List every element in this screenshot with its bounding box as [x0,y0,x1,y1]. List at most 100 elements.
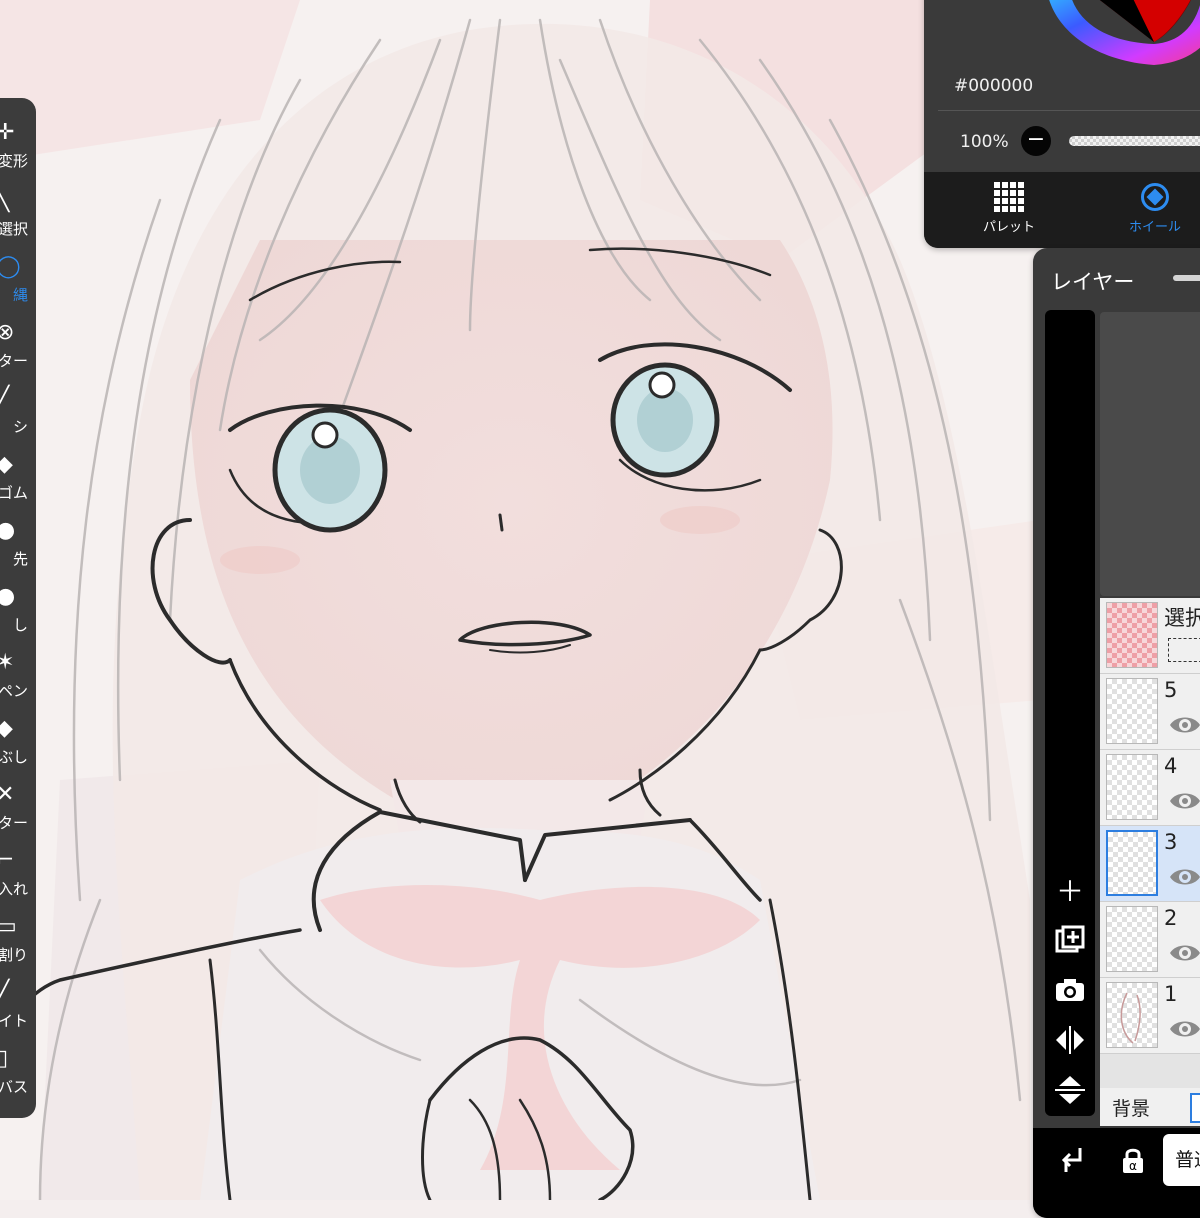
eraser-icon: ◆ [0,452,13,477]
selection-marquee-icon [1168,638,1200,662]
layer-bottom-bar: α 普通 [1033,1128,1200,1218]
blur-drop-icon: ● [0,584,16,609]
tool-filter[interactable]: ⊗ ター [0,316,36,382]
layer-panel: レイヤー ＋ 選択 5 4 3 2 1 背景 α 普 [1033,248,1200,1218]
tab-wheel[interactable]: ホイール [1100,180,1200,235]
layer-name: 選択 [1164,606,1200,630]
fill-bucket-icon: ◆ [0,716,13,741]
tool-label: ター [0,352,28,370]
tab-palette[interactable]: パレット [954,180,1064,235]
move-arrows-icon: ✛ [0,120,15,145]
tab-label: ホイール [1128,220,1181,235]
tool-label: ター [0,814,28,832]
color-panel: #000000 100% − パレット ホイール [924,0,1200,248]
pen-icon: ✶ [0,650,15,675]
tool-text[interactable]: ✕ ター [0,778,36,844]
alpha-lock-button[interactable]: α [1115,1142,1151,1178]
text-icon: ✕ [0,782,15,807]
layer-panel-title: レイヤー [1051,270,1135,294]
finger-icon: ● [0,518,16,543]
flip-horizontal-button[interactable] [1045,1020,1095,1060]
tool-label: 選択 [0,220,28,238]
layer-row[interactable]: 4 [1100,750,1200,826]
layer-thumbnail [1106,906,1158,972]
visibility-eye-icon[interactable] [1168,1016,1200,1042]
blend-mode-button[interactable]: 普通 [1163,1134,1200,1186]
frame-divide-icon: ▭ [0,914,17,939]
wand-icon: ╲ [0,188,10,213]
panel-handle[interactable] [1173,275,1200,281]
tool-canvas[interactable]: ▯ バス [0,1042,36,1108]
eyedropper-icon: ╱ [0,980,10,1005]
plus-icon: ＋ [1055,875,1084,908]
brush-icon: ╱ [0,386,10,411]
hex-value[interactable]: #000000 [954,76,1033,96]
tool-blur[interactable]: ● し [0,580,36,646]
tool-label: ゴム [0,484,28,502]
layer-thumbnail [1106,678,1158,744]
palette-grid-icon [994,182,1024,212]
clipping-arrow-icon [1061,1148,1082,1172]
tool-label: 先 [12,550,28,568]
svg-text:α: α [1129,1159,1137,1173]
visibility-eye-icon[interactable] [1168,940,1200,966]
visibility-eye-icon[interactable] [1168,864,1200,890]
layer-list: 選択 5 4 3 2 1 [1100,598,1200,1088]
camera-icon [1056,979,1084,1001]
duplicate-layer-button[interactable] [1045,920,1095,960]
layer-name: 2 [1164,906,1178,930]
tab-label: パレット [982,220,1035,235]
tool-finger[interactable]: ● 先 [0,514,36,580]
layer-row[interactable]: 2 [1100,902,1200,978]
layer-row-selection[interactable]: 選択 [1100,598,1200,674]
tool-lasso[interactable]: ◯ 縄 [0,250,36,316]
background-color-swatch[interactable] [1190,1093,1200,1123]
layer-row[interactable]: 5 [1100,674,1200,750]
layer-sketch-thumbnail [1120,992,1141,1044]
tool-frame-insert[interactable]: ⌐ 入れ [0,844,36,910]
tool-label: 縄 [12,286,28,304]
tool-brush[interactable]: ╱ シ [0,382,36,448]
visibility-eye-icon[interactable] [1168,788,1200,814]
layer-row[interactable]: 1 [1100,978,1200,1054]
opacity-decrease-button[interactable]: − [1021,126,1051,156]
add-layer-button[interactable]: ＋ [1045,870,1095,910]
visibility-eye-icon[interactable] [1168,712,1200,738]
tool-eyedropper[interactable]: ╱ イト [0,976,36,1042]
layer-thumbnail [1106,754,1158,820]
layer-name: 5 [1164,678,1178,702]
tool-label: バス [0,1078,28,1096]
tool-strip: ✛ 変形 ╲ 選択 ◯ 縄 ⊗ ター ╱ シ ◆ ゴム ● 先 ● し ✶ ペン… [0,98,36,1118]
tool-pen[interactable]: ✶ ペン [0,646,36,712]
layer-thumbnail [1106,602,1158,668]
layer-name: 3 [1164,830,1178,854]
flip-horizontal-icon [1056,1026,1084,1054]
tool-label: シ [12,418,28,436]
opacity-value: 100% [960,132,1009,152]
clipping-button[interactable] [1055,1142,1091,1178]
alpha-lock-icon: α [1123,1148,1143,1173]
tool-select[interactable]: ╲ 選択 [0,184,36,250]
flip-vertical-icon [1055,1076,1085,1104]
tool-transform[interactable]: ✛ 変形 [0,116,36,182]
divider [938,110,1200,111]
layer-thumbnail [1106,830,1158,896]
tool-eraser[interactable]: ◆ ゴム [0,448,36,514]
filter-icon: ⊗ [0,320,15,345]
layer-row-active[interactable]: 3 [1100,826,1200,902]
layer-name: 4 [1164,754,1178,778]
tool-fill[interactable]: ◆ ぶし [0,712,36,778]
tool-label: 変形 [0,152,28,170]
camera-button[interactable] [1045,970,1095,1010]
flip-vertical-button[interactable] [1045,1070,1095,1110]
canvas-icon: ▯ [0,1046,9,1071]
background-layer-row[interactable]: 背景 [1100,1088,1200,1126]
opacity-slider[interactable] [1069,136,1200,146]
lasso-icon: ◯ [0,254,21,279]
color-wheel-icon [1141,183,1169,211]
layer-name: 1 [1164,982,1178,1006]
tool-label: イト [0,1012,28,1030]
layer-actions: ＋ [1045,310,1095,1116]
frame-insert-icon: ⌐ [0,848,15,873]
tool-frame-divide[interactable]: ▭ 割り [0,910,36,976]
